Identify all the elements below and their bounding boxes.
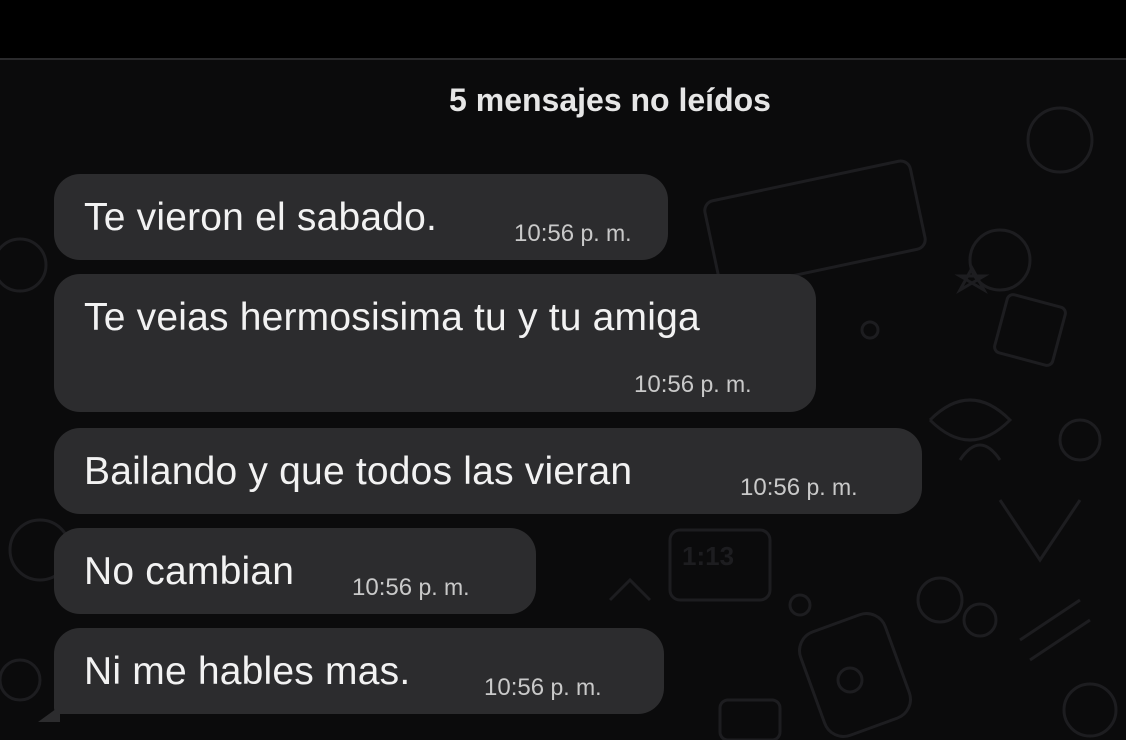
message-timestamp: 10:56 p. m.: [352, 574, 470, 602]
message-time: 10:56: [484, 674, 545, 701]
message-text: Bailando y que todos las vieran: [84, 450, 633, 493]
message-text: Te vieron el sabado.: [84, 196, 438, 239]
message-timestamp: 10:56 p. m.: [634, 371, 752, 399]
unread-messages-banner: 5 mensajes no leídos: [449, 82, 771, 118]
message-time: 10:56: [634, 371, 695, 398]
message-text: Te veias hermosisima tu y tu amiga: [84, 296, 700, 339]
message-bubble[interactable]: Ni me hables mas. 10:56 p. m.: [54, 628, 664, 714]
message-meridiem: p. m.: [418, 574, 470, 600]
message-meridiem: p. m.: [580, 220, 632, 246]
bubble-tail: [38, 706, 60, 722]
message-meridiem: p. m.: [550, 674, 602, 700]
top-bar: [0, 0, 1126, 58]
message-meridiem: p. m.: [700, 371, 752, 397]
message-text: No cambian: [84, 550, 295, 593]
message-text: Ni me hables mas.: [84, 650, 411, 693]
message-bubble[interactable]: No cambian 10:56 p. m.: [54, 528, 536, 614]
message-time: 10:56: [514, 220, 575, 247]
message-bubble[interactable]: Bailando y que todos las vieran 10:56 p.…: [54, 428, 922, 514]
message-time: 10:56: [352, 574, 413, 601]
chat-screen: 1:13 5 mensajes no leídos Te vieron el s…: [0, 0, 1126, 740]
message-timestamp: 10:56 p. m.: [484, 674, 602, 702]
message-bubble[interactable]: Te veias hermosisima tu y tu amiga 10:56…: [54, 274, 816, 412]
message-timestamp: 10:56 p. m.: [740, 474, 858, 502]
message-bubble[interactable]: Te vieron el sabado. 10:56 p. m.: [54, 174, 668, 260]
message-meridiem: p. m.: [806, 474, 858, 500]
message-timestamp: 10:56 p. m.: [514, 220, 632, 248]
svg-text:1:13: 1:13: [682, 541, 734, 571]
chat-area[interactable]: 1:13 5 mensajes no leídos Te vieron el s…: [0, 58, 1126, 740]
message-time: 10:56: [740, 474, 801, 501]
